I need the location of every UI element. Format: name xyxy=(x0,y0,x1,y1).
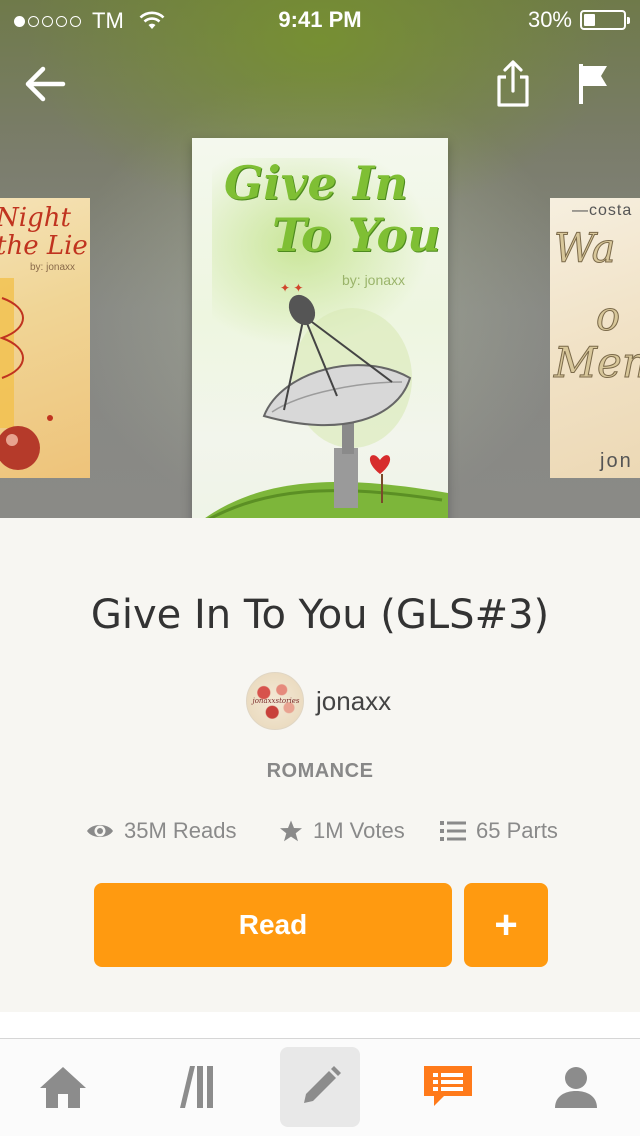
author-link[interactable]: jonaxxstories jonaxx xyxy=(246,672,391,730)
cover-author: jon xyxy=(600,450,633,472)
back-button[interactable] xyxy=(20,58,70,110)
share-icon xyxy=(497,60,529,107)
battery-status: 30% xyxy=(527,7,630,33)
reads-count: 35M Reads xyxy=(124,818,237,843)
genre-tag[interactable]: ROMANCE xyxy=(0,760,640,783)
satellite-dish-illustration: ✦ ✦ xyxy=(205,281,448,518)
cover-title-text: Night the Lie xyxy=(0,203,88,261)
reads-stat: 35M Reads xyxy=(86,818,237,844)
cover-title-line1: Wa xyxy=(553,226,616,273)
votes-stat: 1M Votes xyxy=(279,818,405,844)
arrow-left-icon xyxy=(25,66,66,102)
flag-icon xyxy=(579,64,607,104)
cover-title-line1: Give In xyxy=(224,156,408,210)
tab-home[interactable] xyxy=(23,1047,103,1127)
battery-fill xyxy=(584,14,595,26)
tab-library[interactable] xyxy=(153,1047,233,1127)
cover-top-text-value: costa xyxy=(589,202,633,219)
battery-icon xyxy=(580,10,630,30)
share-button[interactable] xyxy=(488,58,538,110)
pencil-icon xyxy=(304,1066,341,1103)
cover-title-line2: o xyxy=(595,294,621,341)
author-name: jonaxx xyxy=(316,685,392,716)
book-cover[interactable]: Give In To You by: jonaxx ✦ ✦ xyxy=(192,138,448,518)
list-icon xyxy=(440,821,466,841)
status-bar: TM 9:41 PM 30% xyxy=(0,0,640,40)
cover-title-line2: To You xyxy=(272,208,441,262)
eye-icon xyxy=(87,825,113,837)
read-button[interactable]: Read xyxy=(94,883,452,967)
book-title: Give In To You (GLS#3) xyxy=(90,592,550,638)
home-icon xyxy=(40,1067,86,1108)
next-book-cover[interactable]: —costa Wa o Mem jon xyxy=(550,198,640,478)
tab-write[interactable] xyxy=(280,1047,360,1127)
book-stats: 35M Reads 1M Votes 65 Parts xyxy=(0,818,640,854)
report-flag-button[interactable] xyxy=(568,58,618,110)
avatar-text: jonaxxstories xyxy=(252,697,300,705)
cover-title-line3: Mem xyxy=(554,338,640,388)
star-icon xyxy=(280,820,302,842)
bottom-tab-bar xyxy=(0,1038,640,1136)
ornament-illustration xyxy=(0,278,53,470)
avatar: jonaxxstories xyxy=(246,672,304,730)
parts-stat: 65 Parts xyxy=(440,818,558,844)
section-divider xyxy=(0,1012,640,1038)
cover-title: Night the Lie xyxy=(0,204,88,260)
messages-icon xyxy=(424,1066,472,1106)
add-to-library-button[interactable]: + xyxy=(464,883,548,967)
tab-profile[interactable] xyxy=(536,1047,616,1127)
battery-percent: 30% xyxy=(527,7,572,32)
previous-book-cover[interactable]: Night the Lie by: jonaxx xyxy=(0,198,90,478)
tab-messages[interactable] xyxy=(408,1047,488,1127)
svg-text:✦ ✦: ✦ ✦ xyxy=(280,281,303,295)
votes-count: 1M Votes xyxy=(313,818,405,843)
cover-top-text: —costa xyxy=(572,202,633,219)
library-icon xyxy=(180,1066,213,1108)
parts-count: 65 Parts xyxy=(476,818,558,843)
hero-header: TM 9:41 PM 30% Night the Lie by: jonaxx … xyxy=(0,0,640,518)
profile-icon xyxy=(555,1067,597,1108)
